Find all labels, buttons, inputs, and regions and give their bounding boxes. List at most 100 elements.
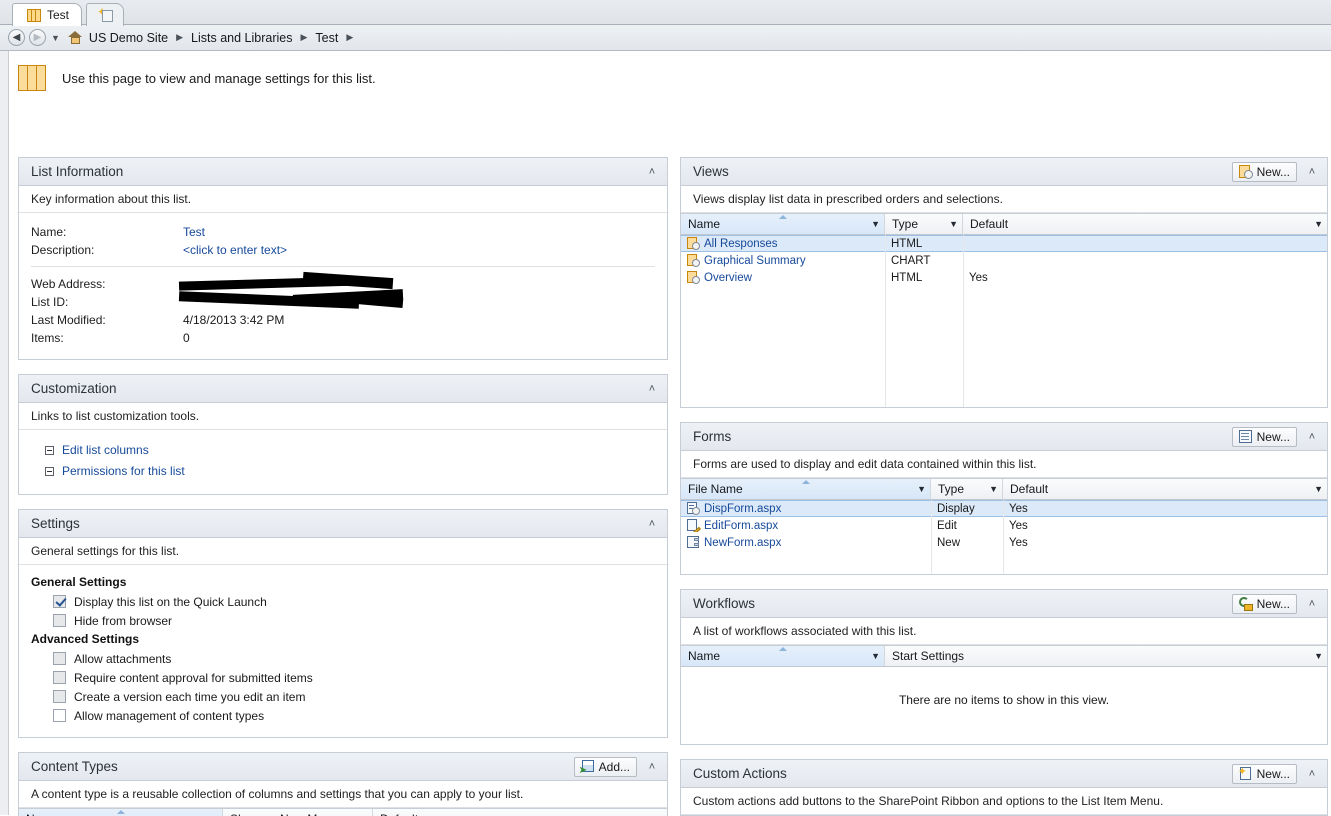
column-header-name[interactable]: Name ▼ xyxy=(681,646,885,666)
breadcrumb-item-test[interactable]: Test xyxy=(315,31,338,45)
edit-form-icon xyxy=(687,519,700,532)
column-label: File Name xyxy=(688,482,913,496)
collapse-chevron-icon[interactable]: ˄ xyxy=(1305,166,1319,178)
info-label: Items: xyxy=(31,329,183,347)
column-label: Default xyxy=(970,217,1310,231)
grid-header: Name ▼ Type ▼ Default ▼ xyxy=(681,214,1327,235)
add-content-type-button[interactable]: ➤ Add... xyxy=(574,757,637,777)
page-intro: Use this page to view and manage setting… xyxy=(0,51,1331,91)
panel-header: Settings ˄ xyxy=(19,510,667,538)
checkbox-hide-from-browser[interactable]: Hide from browser xyxy=(31,611,655,630)
new-tab-button[interactable]: ✦ xyxy=(86,3,124,26)
column-header-default[interactable]: Default ▼ xyxy=(963,214,1327,234)
checkbox-icon[interactable] xyxy=(53,614,66,627)
new-view-button[interactable]: New... xyxy=(1232,162,1297,182)
collapse-chevron-icon[interactable]: ˄ xyxy=(645,383,659,395)
chevron-down-icon[interactable]: ▼ xyxy=(867,651,880,661)
tab-test[interactable]: Test xyxy=(12,3,82,26)
panel-body: Name: Test Description: <click to enter … xyxy=(19,213,667,359)
column-header-default[interactable]: Default ▼ xyxy=(373,809,667,816)
cell-text: All Responses xyxy=(704,238,778,250)
checkbox-create-a-version[interactable]: Create a version each time you edit an i… xyxy=(31,687,655,706)
panel-subtitle: Custom actions add buttons to the ShareP… xyxy=(681,788,1327,815)
link-edit-list-columns[interactable]: Edit list columns xyxy=(45,440,655,461)
chevron-down-icon[interactable]: ▼ xyxy=(1310,651,1323,661)
collapse-chevron-icon[interactable]: ˄ xyxy=(1305,431,1319,443)
page-content: Use this page to view and manage setting… xyxy=(0,51,1331,815)
panel-forms: Forms New... ˄ Forms are used to display… xyxy=(680,422,1328,575)
chevron-down-icon[interactable]: ▼ xyxy=(913,484,926,494)
info-row-last-modified: Last Modified: 4/18/2013 3:42 PM xyxy=(31,311,655,329)
cell-default: Yes xyxy=(963,272,1327,284)
checkbox-allow-attachments[interactable]: Allow attachments xyxy=(31,649,655,668)
table-row[interactable]: NewForm.aspx New Yes xyxy=(681,534,1327,551)
panel-header: Custom Actions ✦ New... ˄ xyxy=(681,760,1327,788)
new-custom-action-button[interactable]: ✦ New... xyxy=(1232,764,1297,784)
breadcrumb-item-lists[interactable]: Lists and Libraries xyxy=(191,31,292,45)
table-row[interactable]: Overview HTML Yes xyxy=(681,269,1327,286)
new-workflow-button[interactable]: New... xyxy=(1232,594,1297,614)
link-permissions-for-this-list[interactable]: Permissions for this list xyxy=(45,461,655,482)
panel-title: Content Types xyxy=(31,759,574,774)
link-label: Edit list columns xyxy=(62,440,149,461)
info-row-items: Items: 0 xyxy=(31,329,655,347)
checkbox-icon[interactable] xyxy=(53,652,66,665)
new-form-button[interactable]: New... xyxy=(1232,427,1297,447)
breadcrumb-item-site[interactable]: US Demo Site xyxy=(89,31,168,45)
collapse-chevron-icon[interactable]: ˄ xyxy=(1305,598,1319,610)
column-header-file-name[interactable]: File Name ▼ xyxy=(681,479,931,499)
left-column: List Information ˄ Key information about… xyxy=(18,157,668,816)
left-gutter xyxy=(0,51,9,815)
checkbox-require-content-approval[interactable]: Require content approval for submitted i… xyxy=(31,668,655,687)
info-row-description: Description: <click to enter text> xyxy=(31,241,655,259)
cell-type: New xyxy=(931,537,1003,549)
list-name-link[interactable]: Test xyxy=(183,223,205,241)
panel-header: Content Types ➤ Add... ˄ xyxy=(19,753,667,781)
column-header-start-settings[interactable]: Start Settings ▼ xyxy=(885,646,1327,666)
table-row[interactable]: EditForm.aspx Edit Yes xyxy=(681,517,1327,534)
info-label: Description: xyxy=(31,241,183,259)
cell-default: Yes xyxy=(1003,537,1327,549)
chevron-down-icon[interactable]: ▼ xyxy=(51,33,60,43)
column-header-show-on-new-menu[interactable]: Show on New Menu ▼ xyxy=(223,809,373,816)
breadcrumb-separator: ▶ xyxy=(301,32,308,43)
panel-title: Workflows xyxy=(693,596,1232,611)
chevron-down-icon[interactable]: ▼ xyxy=(1310,219,1323,229)
checkbox-allow-management-of-content-types[interactable]: Allow management of content types xyxy=(31,706,655,725)
info-row-web-address: Web Address: xyxy=(31,275,655,293)
panel-subtitle: Links to list customization tools. xyxy=(19,403,667,430)
checkbox-display-on-quick-launch[interactable]: Display this list on the Quick Launch xyxy=(31,592,655,611)
chevron-down-icon[interactable]: ▼ xyxy=(945,219,958,229)
column-label: Type xyxy=(938,482,985,496)
list-description-link[interactable]: <click to enter text> xyxy=(183,241,287,259)
panel-title: Views xyxy=(693,164,1232,179)
grid-body: All Responses HTML Graphical Summary CHA… xyxy=(681,235,1327,407)
cell-name: All Responses xyxy=(681,237,885,250)
chevron-down-icon[interactable]: ▼ xyxy=(1310,484,1323,494)
forward-button[interactable]: ▶ xyxy=(29,29,46,46)
column-header-type[interactable]: Type ▼ xyxy=(885,214,963,234)
collapse-chevron-icon[interactable]: ˄ xyxy=(645,166,659,178)
column-header-name[interactable]: Name ▼ xyxy=(681,214,885,234)
column-label: Type xyxy=(892,217,945,231)
cell-text: DispForm.aspx xyxy=(704,503,781,515)
collapse-chevron-icon[interactable]: ˄ xyxy=(645,761,659,773)
table-row[interactable]: Graphical Summary CHART xyxy=(681,252,1327,269)
back-button[interactable]: ◀ xyxy=(8,29,25,46)
table-row[interactable]: All Responses HTML xyxy=(681,235,1327,252)
cell-type: Edit xyxy=(931,520,1003,532)
chevron-down-icon[interactable]: ▼ xyxy=(985,484,998,494)
checkbox-icon[interactable] xyxy=(53,671,66,684)
checkbox-icon[interactable] xyxy=(53,709,66,722)
collapse-chevron-icon[interactable]: ˄ xyxy=(645,518,659,530)
checkbox-icon[interactable] xyxy=(53,690,66,703)
column-header-default[interactable]: Default ▼ xyxy=(1003,479,1327,499)
table-row[interactable]: DispForm.aspx Display Yes xyxy=(681,500,1327,517)
panel-workflows: Workflows New... ˄ A list of workflows a… xyxy=(680,589,1328,745)
collapse-chevron-icon[interactable]: ˄ xyxy=(1305,768,1319,780)
column-header-type[interactable]: Type ▼ xyxy=(931,479,1003,499)
checkbox-icon[interactable] xyxy=(53,595,66,608)
chevron-down-icon[interactable]: ▼ xyxy=(867,219,880,229)
column-header-name[interactable]: Name ▼ xyxy=(19,809,223,816)
panel-title: List Information xyxy=(31,164,645,179)
